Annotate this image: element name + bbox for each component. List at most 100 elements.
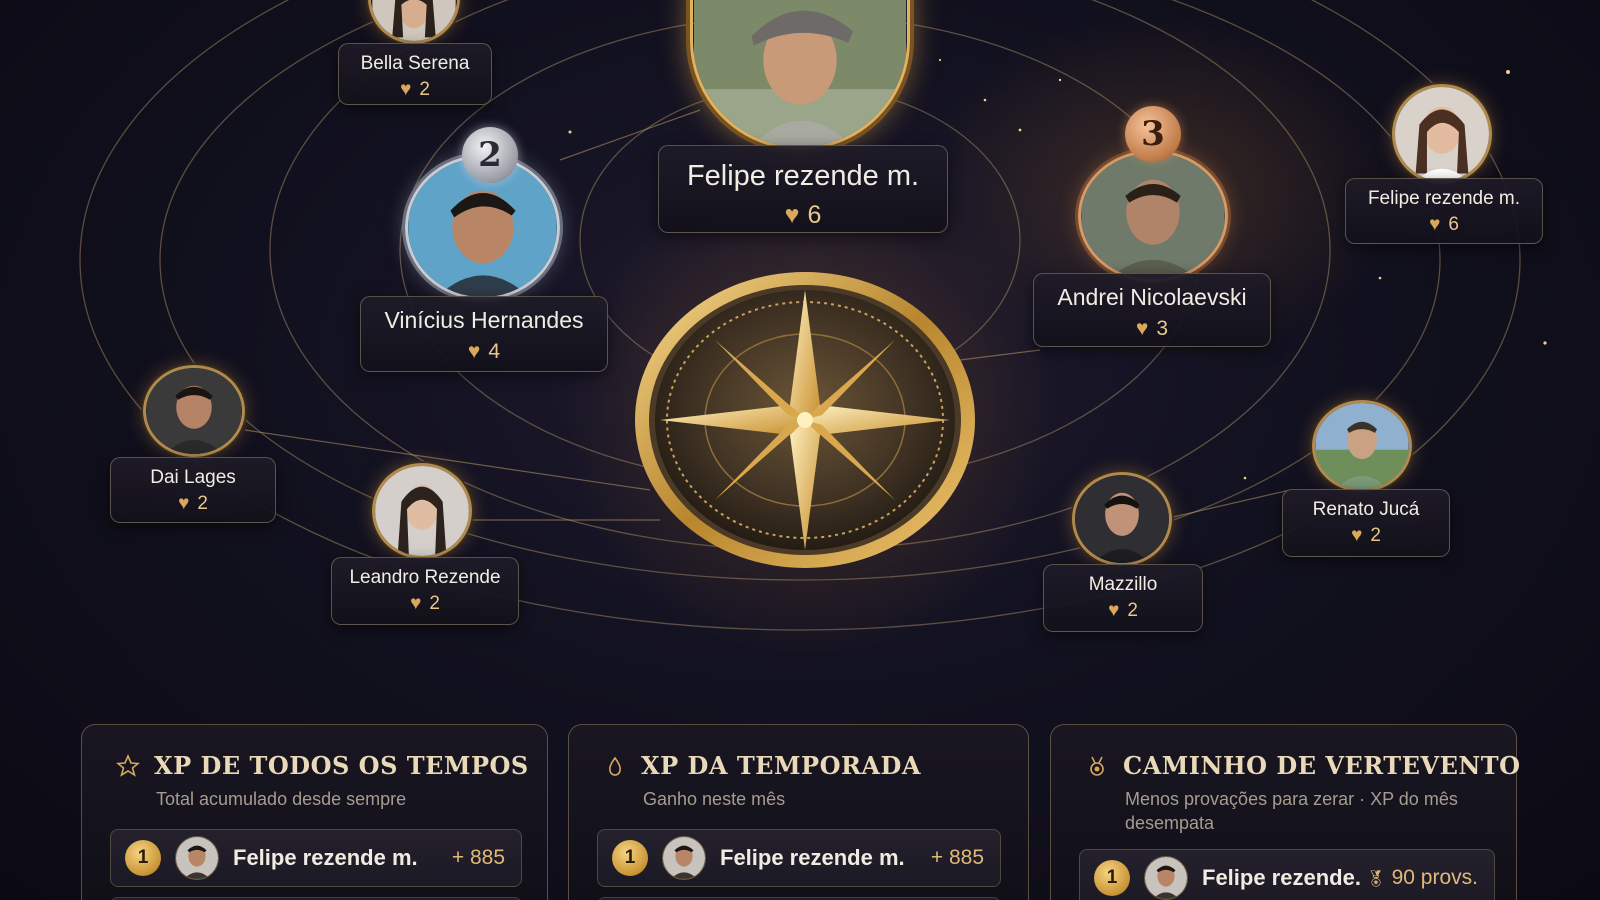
panel-header: XP DE TODOS OS TEMPOS [116,751,529,780]
member-card-bella-serena[interactable]: Bella Serena ♥ 2 [338,43,492,105]
member-name: Felipe rezende m. [233,845,418,870]
member-name: Leandro Rezende [349,567,501,588]
member-name: Mazzillo [1088,574,1158,595]
heart-count: ♥ 6 [1346,214,1542,236]
panel-header: XP DA TEMPORADA [603,751,921,780]
compass-emblem [635,272,975,568]
member-name: Renato Jucá [1312,499,1420,520]
member-card-felipe-rezende-right[interactable]: Felipe rezende m. ♥ 6 [1345,178,1543,244]
heart-icon: ♥ [1429,214,1441,235]
rank-number: 3 [1141,114,1165,154]
portrait-image [1081,153,1225,279]
avatar-rank-3[interactable] [1078,150,1228,282]
star-sparkle [1243,476,1247,480]
xp-value: + 885 [451,846,505,869]
connector-line [1159,489,1291,521]
heart-count-value: 2 [429,593,440,614]
heart-count: ♥ 4 [361,340,607,364]
heart-icon: ♥ [784,201,800,229]
heart-count-value: 3 [1156,317,1169,340]
member-name: Felipe rezende m. [1367,188,1521,209]
heart-icon: ♥ [410,593,422,614]
heart-icon: ♥ [1351,525,1363,546]
star-icon [116,753,140,778]
portrait-image [375,466,469,556]
panel-subtitle: Ganho neste mês [643,789,786,809]
podium-card-rank-2[interactable]: Vinícius Hernandes ♥ 4 [360,296,608,372]
heart-count-value: 6 [807,201,822,229]
heart-icon: ♥ [1135,317,1149,340]
star-sparkle [568,130,572,134]
member-card-renato-juca[interactable]: Renato Jucá ♥ 2 [1282,489,1450,557]
panel-caminho-de-vertevento: CAMINHO DE VERTEVENTO Menos provações pa… [1050,724,1520,900]
panel-header: CAMINHO DE VERTEVENTO [1085,751,1521,780]
heart-count: ♥ 2 [1044,600,1202,622]
star-sparkle [1543,341,1547,345]
heart-count-value: 6 [1448,214,1459,235]
member-name: Felipe rezende m. [720,845,905,870]
rank-badge: 1 [1094,860,1130,896]
heart-icon: ♥ [178,493,190,514]
panel-title: XP DE TODOS OS TEMPOS [154,751,529,780]
panel-xp-season: XP DA TEMPORADA Ganho neste mês 1 Felipe… [568,724,1029,900]
star-sparkle [1378,276,1382,280]
member-card-dai-lages[interactable]: Dai Lages ♥ 2 [110,457,276,523]
panel-xp-all-time: XP DE TODOS OS TEMPOS Total acumulado de… [81,724,548,900]
member-name: Felipe rezende. [1202,865,1361,890]
heart-count-value: 2 [419,79,430,100]
panel-subtitle: Total acumulado desde sempre [156,789,407,809]
heart-count: ♥ 2 [339,79,491,101]
heart-count: ♥ 2 [111,493,275,515]
rank-badge-3: 3 [1125,106,1181,162]
avatar-renato-juca[interactable] [1312,400,1412,492]
panel-subtitle: Menos provações para zerar · XP do mês d… [1125,789,1458,833]
heart-count-value: 2 [197,493,208,514]
leaderboard-row[interactable]: 1 Felipe rezende. 🏅︎ 90 provs. [1079,849,1495,900]
avatar-leandro-rezende[interactable] [372,463,472,559]
rank-badge: 1 [125,840,161,876]
rank-number: 2 [478,135,502,175]
avatar [1144,856,1188,900]
member-name: Vinícius Hernandes [384,307,584,333]
avatar-dai-lages[interactable] [143,365,245,457]
portrait-image [146,368,242,454]
portrait-image [1075,475,1169,563]
member-name: Felipe rezende m. [686,160,920,192]
medal-icon [1085,754,1109,778]
avatar-felipe-rezende-right[interactable] [1392,84,1492,184]
medal-icon: 🏅︎ [1365,871,1386,888]
heart-count: ♥ 2 [332,593,518,615]
podium-card-rank-1[interactable]: Felipe rezende m. ♥ 6 [658,145,948,233]
leaderboard-row[interactable]: 1 Felipe rezende m. + 885 [110,829,522,887]
avatar [175,836,219,880]
panel-title: XP DA TEMPORADA [641,751,921,780]
heart-count: ♥ 3 [1034,317,1270,341]
heart-icon: ♥ [400,79,412,100]
heart-icon: ♥ [467,340,481,363]
member-card-leandro-rezende[interactable]: Leandro Rezende ♥ 2 [331,557,519,625]
member-card-mazzillo[interactable]: Mazzillo ♥ 2 [1043,564,1203,632]
podium-card-rank-3[interactable]: Andrei Nicolaevski ♥ 3 [1033,273,1271,347]
heart-count-value: 4 [488,340,501,363]
trials-value: 🏅︎ 90 provs. [1365,866,1478,890]
star-sparkle [938,58,942,62]
member-name: Andrei Nicolaevski [1057,284,1247,310]
star-sparkle [1506,70,1510,74]
xp-value: + 885 [930,846,984,869]
trials-count: 90 provs. [1391,866,1478,889]
rank-badge-2: 2 [462,127,518,183]
heart-icon: ♥ [1108,600,1120,621]
heart-count-value: 2 [1370,525,1381,546]
heart-count: ♥ 6 [659,201,947,230]
portrait-image [1395,87,1489,181]
star-sparkle [1018,128,1022,132]
member-name: Bella Serena [360,53,470,74]
leaderboard-row[interactable]: 1 Felipe rezende m. + 885 [597,829,1001,887]
rank-badge: 1 [612,840,648,876]
heart-count-value: 2 [1127,600,1138,621]
avatar-mazzillo[interactable] [1072,472,1172,566]
member-name: Dai Lages [150,467,236,488]
portrait-image [1315,403,1409,489]
drop-icon [603,754,627,778]
panel-title: CAMINHO DE VERTEVENTO [1123,751,1521,780]
